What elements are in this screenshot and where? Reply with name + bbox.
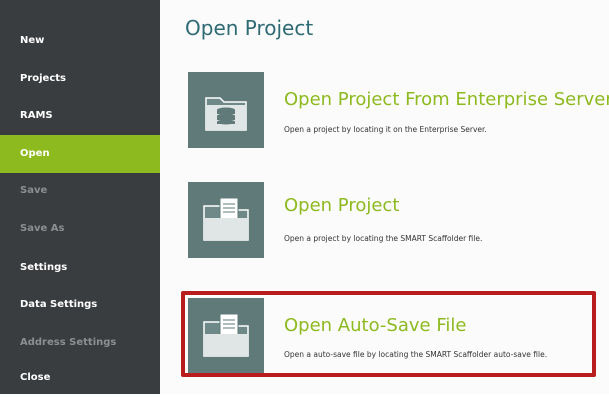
open-project-option[interactable]: Open Project Open a project by locating … (160, 182, 609, 262)
option-title: Open Project From Enterprise Server (284, 89, 609, 110)
highlight-box (181, 291, 596, 377)
sidebar-item-close[interactable]: Close (0, 359, 160, 397)
sidebar-item-save: Save (20, 185, 48, 196)
document-folder-icon (188, 182, 264, 258)
sidebar-item-projects[interactable]: Projects (0, 60, 160, 98)
sidebar-item-new[interactable]: New (0, 22, 160, 60)
sidebar-item-settings[interactable]: Settings (0, 249, 160, 287)
sidebar-item-rams[interactable]: RAMS (0, 97, 160, 135)
option-title: Open Project (284, 195, 400, 216)
server-folder-icon (188, 72, 264, 148)
option-description: Open a project by locating the SMART Sca… (284, 234, 483, 243)
sidebar-item-data-settings[interactable]: Data Settings (0, 286, 160, 324)
main-panel: Open Project Open Project From Enterpris… (160, 0, 609, 394)
open-from-enterprise-server-option[interactable]: Open Project From Enterprise Server Open… (160, 72, 609, 152)
sidebar-item-address-settings: Address Settings (20, 337, 117, 348)
sidebar: New Projects RAMS Open Save Save As Sett… (0, 0, 160, 394)
page-title: Open Project (185, 16, 314, 40)
sidebar-item-save-as: Save As (20, 223, 65, 234)
sidebar-item-open[interactable]: Open (0, 135, 160, 173)
option-description: Open a project by locating it on the Ent… (284, 125, 487, 134)
